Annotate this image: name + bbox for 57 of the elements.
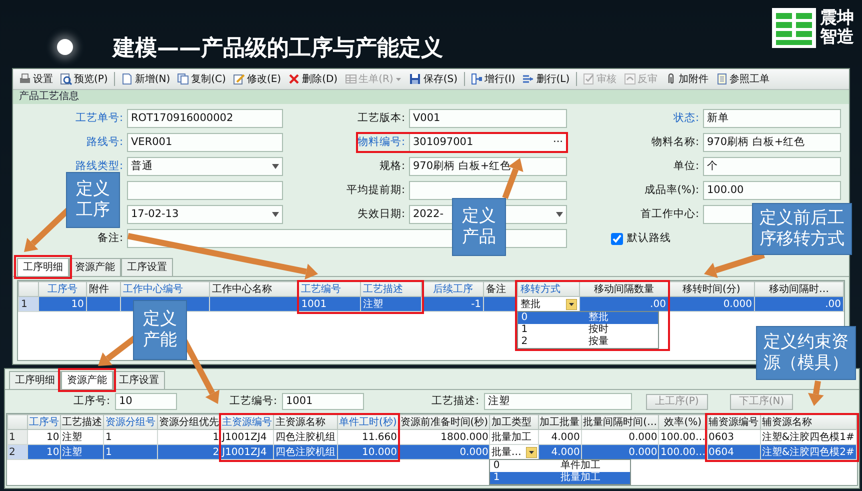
callout-tooltip: 定义产能: [133, 300, 187, 360]
option-code: 0: [493, 460, 501, 472]
field-label: 失效日期:: [357, 206, 405, 222]
callout-tooltip: 定义前后工序移转方式: [752, 203, 852, 255]
field-label: 路线号:: [86, 134, 123, 150]
option-code: 1: [521, 324, 529, 336]
checkbox-label: 默认路线: [627, 230, 671, 246]
table-cell: 0.000: [668, 296, 754, 312]
field-label: 工序号:: [72, 394, 111, 409]
table-cell: 1001: [298, 296, 360, 312]
option-name: 批量加工: [560, 472, 602, 484]
row-header: 1: [8, 430, 28, 444]
field-label: 规格:: [379, 158, 405, 174]
option-code: 1: [493, 472, 501, 484]
table-cell: 0.000: [398, 444, 490, 460]
field-label: 工艺版本:: [357, 110, 405, 126]
field-label: 物料名称:: [651, 134, 699, 150]
table-cell: 10: [28, 444, 61, 460]
callout-tooltip: 定义产品: [452, 198, 506, 256]
table-cell: .00: [579, 296, 668, 312]
row-header: 2: [8, 444, 28, 460]
slide-title: 建模——产品级的工序与产能定义: [113, 36, 443, 62]
table-cell: 0604: [707, 444, 760, 460]
option-code: 0: [521, 312, 529, 324]
table-cell: 0.000: [581, 444, 659, 460]
option-name: 按量: [588, 336, 610, 348]
table-cell: .00: [754, 296, 844, 312]
table-cell: J1001ZJ4: [220, 444, 274, 460]
table-cell: 四色注胶机组: [274, 444, 338, 460]
field-label: 首工作中心:: [640, 206, 699, 222]
table-cell: 4.000: [538, 444, 582, 460]
callout-tooltip: 定义工序: [66, 172, 120, 228]
field-label: 成品率(%):: [644, 182, 699, 198]
logo-text: 震坤: [820, 9, 854, 28]
field-label: 备注:: [97, 230, 123, 246]
option-name: 按时: [588, 324, 610, 336]
field-label: 工艺单号:: [75, 110, 123, 126]
option-code: 2: [521, 336, 529, 348]
field-label: 状态:: [673, 110, 699, 126]
table-cell: 10.000: [337, 444, 398, 460]
table-cell: 1: [104, 444, 158, 460]
table-cell: 10: [38, 296, 86, 312]
field-label: 物料编号:: [357, 134, 405, 150]
field-label: 工艺描述:: [430, 394, 480, 409]
field-label: 路线类型:: [75, 158, 123, 174]
option-name: 单件加工: [560, 460, 602, 472]
field-label: 平均提前期:: [346, 182, 405, 198]
option-name: 整批: [588, 312, 610, 324]
table-cell: 注塑&注胶四色模2#: [760, 444, 856, 460]
table-cell: 注塑: [60, 444, 104, 460]
row-header: 1: [18, 296, 38, 312]
callout-tooltip: 定义约束资源（模具）: [756, 326, 856, 380]
section-header: 产品工艺信息: [13, 90, 849, 104]
table-cell: 注塑: [360, 296, 422, 312]
field-label: 工艺编号:: [228, 394, 278, 409]
logo-text: 智造: [820, 28, 854, 47]
field-label: 单位:: [673, 158, 699, 174]
